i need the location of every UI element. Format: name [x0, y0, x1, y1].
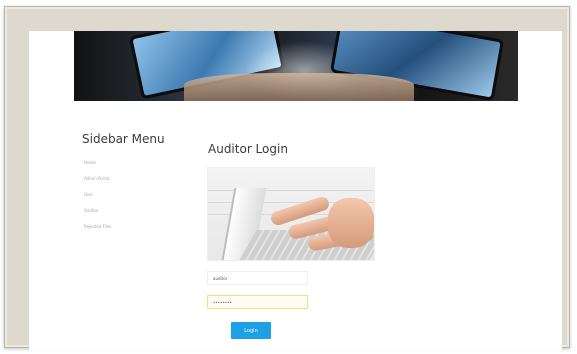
photo-frame: Sidebar Menu Home Admin Portal User Audi…	[4, 6, 570, 351]
sidebar-item-home[interactable]: Home	[84, 159, 111, 175]
sidebar-item-admin-portal[interactable]: Admin Portal	[84, 175, 111, 191]
hand-back	[328, 198, 374, 248]
sidebar-item-user[interactable]: User	[84, 191, 111, 207]
sidebar-item-auditor[interactable]: Auditor	[84, 207, 111, 223]
sidebar-menu: Home Admin Portal User Auditor Rejected …	[84, 159, 111, 239]
page-title: Auditor Login	[208, 142, 288, 156]
password-input[interactable]: ••••••••	[207, 295, 308, 309]
sidebar-item-rejected-files[interactable]: Rejected Files	[84, 223, 111, 239]
hands-illustration	[184, 73, 414, 101]
browser-viewport: Sidebar Menu Home Admin Portal User Audi…	[29, 31, 562, 351]
header-banner-image	[74, 31, 518, 101]
sidebar-title: Sidebar Menu	[82, 132, 165, 146]
username-input[interactable]: auditor	[207, 271, 308, 285]
typing-hands-image	[207, 167, 375, 261]
login-button[interactable]: Login	[231, 322, 271, 339]
